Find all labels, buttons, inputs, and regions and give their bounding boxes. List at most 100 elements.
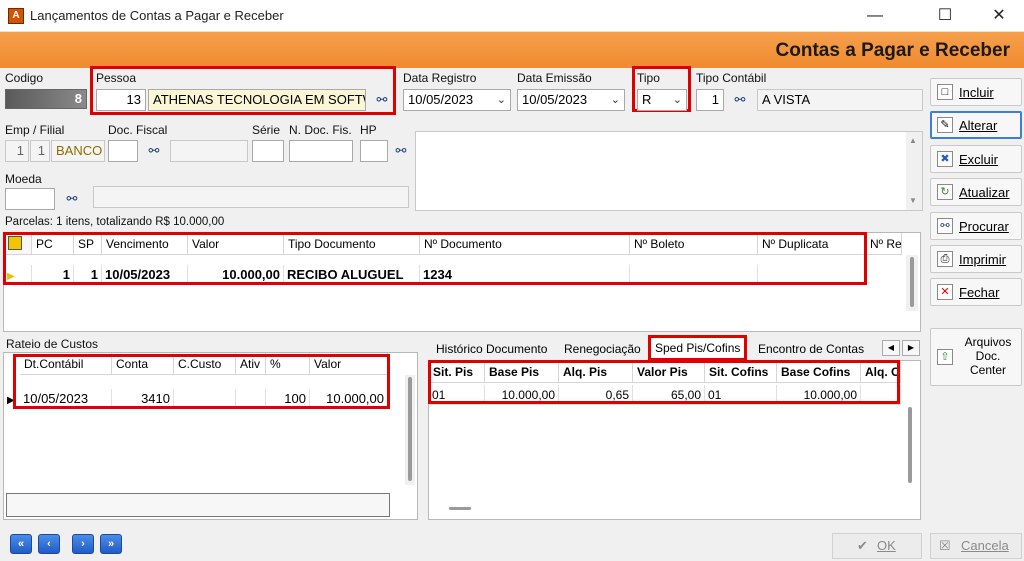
n-doc-fis-label: N. Doc. Fis. <box>289 123 352 137</box>
emp-field[interactable]: 1 <box>5 140 29 162</box>
scroll-thumb[interactable] <box>408 377 412 481</box>
moeda-desc-field <box>93 186 409 208</box>
arquivos-label: Arquivos Doc. Center <box>964 335 1012 377</box>
chevron-down-icon[interactable]: ⌄ <box>611 90 620 110</box>
binoculars-icon: ⚯ <box>937 218 953 234</box>
scroll-thumb[interactable] <box>910 257 914 307</box>
page-title: Contas a Pagar e Receber <box>775 40 1010 61</box>
banco-field: BANCO D <box>51 140 105 162</box>
chevron-down-icon[interactable]: ⌄ <box>673 90 682 110</box>
data-emissao-label: Data Emissão <box>517 71 592 85</box>
tipo-contabil-name-field: A VISTA <box>757 89 923 111</box>
scroll-up-icon[interactable]: ▲ <box>909 136 917 145</box>
filial-field[interactable]: 1 <box>30 140 50 162</box>
parcelas-highlight <box>3 232 867 285</box>
binoculars-icon[interactable]: ⚯ <box>62 190 82 208</box>
close-window-icon: ✕ <box>937 284 953 300</box>
data-emissao-field[interactable]: 10/05/2023 ⌄ <box>517 89 625 111</box>
title-bar: A Lançamentos de Contas a Pagar e Recebe… <box>0 0 1024 32</box>
doc-fiscal-desc-field <box>170 140 248 162</box>
data-registro-field[interactable]: 10/05/2023 ⌄ <box>403 89 511 111</box>
scrollbar[interactable] <box>906 255 918 311</box>
emp-filial-label: Emp / Filial <box>5 123 65 137</box>
first-record-button[interactable]: « <box>10 534 32 554</box>
minimize-button[interactable]: — <box>852 0 898 32</box>
ok-label: OK <box>877 538 896 553</box>
ok-button[interactable]: ✔ OK <box>832 533 922 559</box>
rateio-highlight <box>13 354 390 409</box>
last-record-button[interactable]: » <box>100 534 122 554</box>
atualizar-button[interactable]: ↻ Atualizar <box>930 178 1022 206</box>
scroll-down-icon[interactable]: ▼ <box>909 196 917 205</box>
imprimir-button[interactable]: ⎙ Imprimir <box>930 245 1022 273</box>
binoculars-icon[interactable]: ⚯ <box>391 142 411 160</box>
tipo-select[interactable]: R ⌄ <box>637 89 687 111</box>
hscroll-thumb[interactable] <box>449 507 471 510</box>
close-button[interactable]: ✕ <box>976 0 1022 32</box>
binoculars-icon[interactable]: ⚯ <box>144 142 164 160</box>
excluir-label: Excluir <box>959 152 999 167</box>
cancela-button[interactable]: ☒ Cancela <box>930 533 1022 559</box>
pessoa-code-field[interactable]: 13 <box>96 89 146 111</box>
incluir-label: Incluir <box>959 85 994 100</box>
parcelas-summary: Parcelas: 1 itens, totalizando R$ 10.000… <box>5 216 225 228</box>
tab-scroll-right-icon[interactable]: ▶ <box>902 340 920 356</box>
tab-encontro-de-contas[interactable]: Encontro de Contas <box>754 338 868 360</box>
edit-pencil-icon: ✎ <box>937 117 953 133</box>
delete-icon: ✖ <box>937 151 953 167</box>
chevron-down-icon[interactable]: ⌄ <box>497 90 506 110</box>
codigo-field[interactable]: 8 <box>5 89 87 109</box>
fechar-label: Fechar <box>959 285 1000 300</box>
col-n-re[interactable]: Nº Re <box>866 233 902 255</box>
refresh-icon: ↻ <box>937 184 953 200</box>
observacao-textarea[interactable]: ▲ ▼ <box>415 131 923 211</box>
maximize-button[interactable]: ☐ <box>922 0 968 32</box>
app-icon: A <box>8 8 24 24</box>
cancela-label: Cancela <box>961 538 1009 553</box>
rateio-title: Rateio de Custos <box>6 337 99 351</box>
alterar-button[interactable]: ✎ Alterar <box>930 111 1022 139</box>
scrollbar[interactable] <box>405 375 415 485</box>
atualizar-label: Atualizar <box>959 185 1010 200</box>
codigo-label: Codigo <box>5 71 44 85</box>
cancel-icon: ☒ <box>939 538 951 553</box>
fechar-button[interactable]: ✕ Fechar <box>930 278 1022 306</box>
tab-sped-pis-cofins[interactable]: Sped Pis/Cofins <box>648 335 748 361</box>
check-icon: ✔ <box>857 538 868 553</box>
tipo-contabil-code-field[interactable]: 1 <box>696 89 724 111</box>
printer-icon: ⎙ <box>937 251 953 267</box>
data-registro-label: Data Registro <box>403 71 477 85</box>
moeda-field[interactable] <box>5 188 55 210</box>
doc-fiscal-label: Doc. Fiscal <box>108 123 168 137</box>
sped-highlight <box>428 360 900 404</box>
tab-renegociacao[interactable]: Renegociação <box>560 338 645 360</box>
rateio-footer-panel <box>6 493 390 517</box>
hp-field[interactable] <box>360 140 388 162</box>
arquivos-doc-center-button[interactable]: ⇧ Arquivos Doc. Center <box>930 328 1022 386</box>
procurar-label: Procurar <box>959 219 1009 234</box>
procurar-button[interactable]: ⚯ Procurar <box>930 212 1022 240</box>
pessoa-label: Pessoa <box>96 71 137 85</box>
hp-label: HP <box>360 123 377 137</box>
tipo-contabil-label: Tipo Contábil <box>696 71 767 85</box>
scroll-thumb[interactable] <box>908 407 912 483</box>
binoculars-icon[interactable]: ⚯ <box>372 91 392 109</box>
serie-label: Série <box>252 123 281 137</box>
page-header: Contas a Pagar e Receber <box>0 32 1024 68</box>
pessoa-name-field[interactable]: ATHENAS TECNOLOGIA EM SOFTWA <box>148 89 366 111</box>
tab-historico-documento[interactable]: Histórico Documento <box>432 338 551 360</box>
previous-record-button[interactable]: ‹ <box>38 534 60 554</box>
imprimir-label: Imprimir <box>959 252 1006 267</box>
n-doc-fis-field[interactable] <box>289 140 353 162</box>
scrollbar[interactable]: ▲ ▼ <box>906 132 922 210</box>
doc-fiscal-field[interactable] <box>108 140 138 162</box>
excluir-button[interactable]: ✖ Excluir <box>930 145 1022 173</box>
incluir-button[interactable]: □ Incluir <box>930 78 1022 106</box>
serie-field[interactable] <box>252 140 284 162</box>
next-record-button[interactable]: › <box>72 534 94 554</box>
tab-scroll-left-icon[interactable]: ◀ <box>882 340 900 356</box>
tipo-value: R <box>642 92 652 107</box>
binoculars-icon[interactable]: ⚯ <box>730 91 750 109</box>
new-document-icon: □ <box>937 84 953 100</box>
moeda-label: Moeda <box>5 172 42 186</box>
